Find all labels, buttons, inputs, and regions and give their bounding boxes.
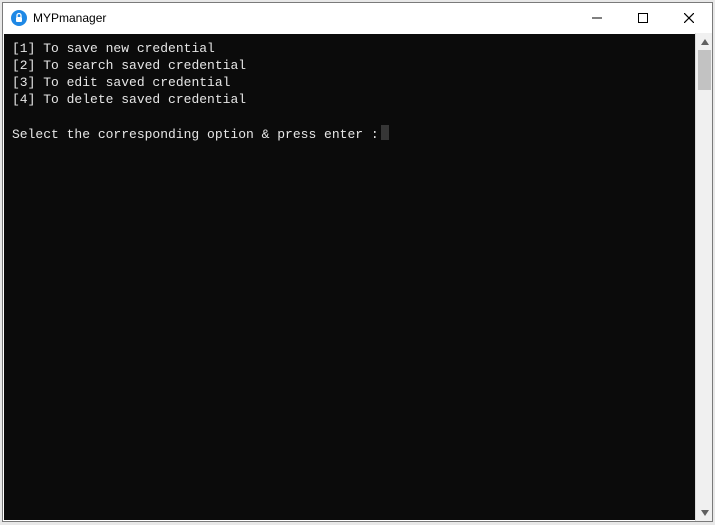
minimize-button[interactable] [574, 3, 620, 33]
window-title: MYPmanager [33, 11, 106, 25]
console-output[interactable]: [1] To save new credential[2] To search … [4, 34, 695, 520]
menu-item: [1] To save new credential [12, 40, 687, 57]
chevron-down-icon [701, 509, 709, 517]
prompt-line: Select the corresponding option & press … [12, 125, 687, 143]
title-left: MYPmanager [3, 10, 574, 26]
chevron-up-icon [701, 38, 709, 46]
app-lock-icon [11, 10, 27, 26]
vertical-scrollbar[interactable] [695, 33, 712, 521]
maximize-button[interactable] [620, 3, 666, 33]
scroll-up-button[interactable] [696, 33, 713, 50]
scrollbar-thumb[interactable] [698, 50, 711, 90]
menu-item: [2] To search saved credential [12, 57, 687, 74]
text-cursor [381, 125, 389, 140]
menu-item: [4] To delete saved credential [12, 91, 687, 108]
maximize-icon [638, 13, 648, 23]
close-icon [684, 13, 694, 23]
titlebar[interactable]: MYPmanager [3, 3, 712, 33]
scroll-down-button[interactable] [696, 504, 713, 521]
minimize-icon [592, 13, 602, 23]
menu-item: [3] To edit saved credential [12, 74, 687, 91]
app-window: MYPmanager [1] To save new credent [2, 2, 713, 522]
close-button[interactable] [666, 3, 712, 33]
client-area: [1] To save new credential[2] To search … [3, 33, 712, 521]
window-controls [574, 3, 712, 33]
